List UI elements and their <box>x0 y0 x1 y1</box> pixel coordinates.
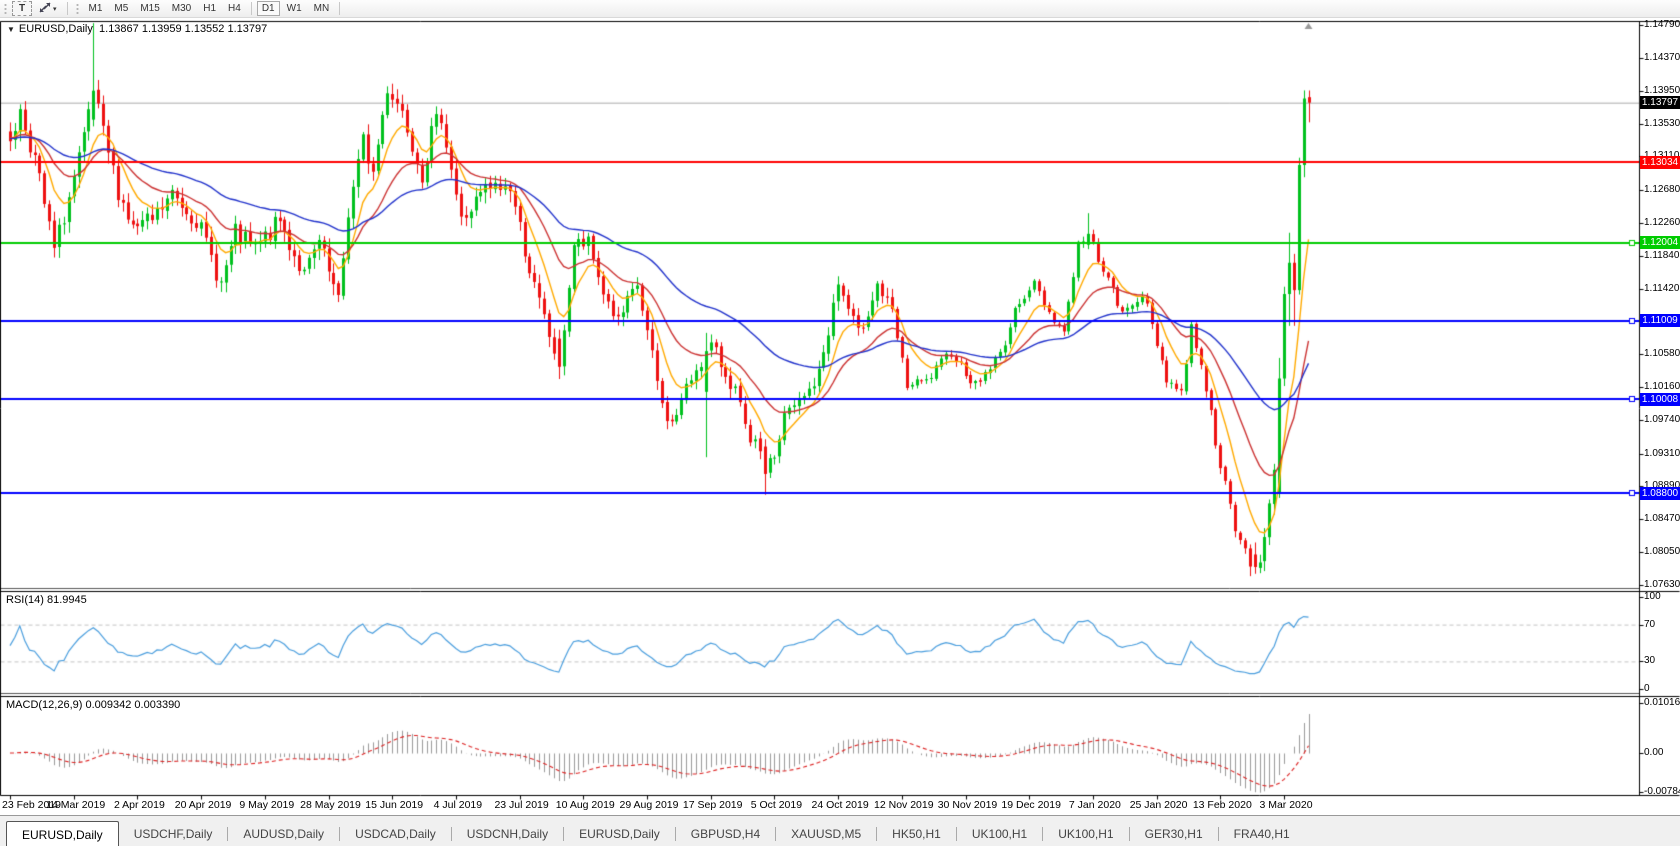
price-tick-label: 1.14370 <box>1644 52 1680 63</box>
macd-indicator-label: MACD(12,26,9) 0.009342 0.003390 <box>6 699 180 711</box>
timeframe-button-m15[interactable]: M15 <box>135 1 164 16</box>
chart-dropdown-icon[interactable]: ▼ <box>7 25 15 34</box>
price-tick-label: 1.08050 <box>1644 546 1680 557</box>
timeframe-button-m1[interactable]: M1 <box>84 1 108 16</box>
chart-tab-eurusd-daily[interactable]: EURUSD,Daily <box>564 823 675 845</box>
price-tick-label: 1.13950 <box>1644 85 1680 96</box>
chart-tab-uk100-h1[interactable]: UK100,H1 <box>1043 823 1128 845</box>
toolbar-grip[interactable] <box>3 3 8 15</box>
chart-tab-eurusd-daily[interactable]: EURUSD,Daily <box>6 821 119 846</box>
rsi-indicator-label: RSI(14) 81.9945 <box>6 594 87 606</box>
date-label: 10 Aug 2019 <box>549 799 621 811</box>
top-toolbar: T ▾ M1M5M15M30H1H4 D1W1MN <box>0 0 1680 18</box>
chart-tab-audusd-daily[interactable]: AUDUSD,Daily <box>228 823 339 845</box>
timeframe-button-d1[interactable]: D1 <box>257 1 280 16</box>
rsi-current-value: 81.9945 <box>47 594 87 606</box>
chart-tab-hk50-h1[interactable]: HK50,H1 <box>877 823 956 845</box>
date-label: 7 Jan 2020 <box>1059 799 1131 811</box>
chart-tab-bar: EURUSD,DailyUSDCHF,DailyAUDUSD,DailyUSDC… <box>0 815 1680 846</box>
price-chart-canvas[interactable] <box>0 0 1680 846</box>
date-label: 24 Oct 2019 <box>804 799 876 811</box>
price-tick-label: 1.10580 <box>1644 348 1680 359</box>
date-label: 17 Sep 2019 <box>677 799 749 811</box>
cursor-tool-button[interactable]: ▾ <box>34 1 62 16</box>
macd-name: MACD(12,26,9) <box>6 699 82 711</box>
date-label: 5 Oct 2019 <box>740 799 812 811</box>
toolbar-grip[interactable] <box>75 3 80 15</box>
date-label: 15 Jun 2019 <box>358 799 430 811</box>
toolbar-separator <box>251 2 252 15</box>
date-label: 2 Apr 2019 <box>103 799 175 811</box>
rsi-tick-label: 30 <box>1644 655 1655 666</box>
chart-tab-uk100-h1[interactable]: UK100,H1 <box>957 823 1042 845</box>
rsi-tick-label: 0 <box>1644 683 1650 694</box>
price-tick-label: 1.10160 <box>1644 381 1680 392</box>
price-line-badge[interactable]: 1.13034 <box>1640 156 1680 169</box>
timeframe-button-h4[interactable]: H4 <box>223 1 246 16</box>
chart-title: ▼ EURUSD,Daily 1.13867 1.13959 1.13552 1.… <box>7 23 267 35</box>
current-price-badge: 1.13797 <box>1640 96 1680 109</box>
date-label: 9 May 2019 <box>231 799 303 811</box>
price-line-badge[interactable]: 1.12004 <box>1640 236 1680 249</box>
price-tick-label: 1.13530 <box>1644 118 1680 129</box>
date-label: 20 Apr 2019 <box>167 799 239 811</box>
timeframe-button-m30[interactable]: M30 <box>167 1 196 16</box>
date-label: 19 Dec 2019 <box>995 799 1067 811</box>
price-line-badge[interactable]: 1.08800 <box>1640 487 1680 500</box>
timeframe-button-h1[interactable]: H1 <box>198 1 221 16</box>
rsi-tick-label: 100 <box>1644 591 1661 602</box>
price-tick-label: 1.07630 <box>1644 579 1680 590</box>
date-label: 28 May 2019 <box>295 799 367 811</box>
price-tick-label: 1.12680 <box>1644 184 1680 195</box>
chart-tab-xauusd-m5[interactable]: XAUUSD,M5 <box>776 823 876 845</box>
price-tick-label: 1.09310 <box>1644 448 1680 459</box>
timeframe-button-w1[interactable]: W1 <box>282 1 307 16</box>
macd-tick-label: 0.01016 <box>1644 697 1680 708</box>
trading-terminal-window: T ▾ M1M5M15M30H1H4 D1W1MN ▼ EURUSD,Daily 1… <box>0 0 1680 846</box>
toolbar-separator <box>339 2 340 15</box>
macd-current-values: 0.009342 0.003390 <box>85 699 180 711</box>
date-label: 25 Jan 2020 <box>1123 799 1195 811</box>
chart-symbol-label: EURUSD,Daily <box>19 23 93 35</box>
date-label: 4 Jul 2019 <box>422 799 494 811</box>
date-label: 14 Mar 2019 <box>40 799 112 811</box>
chart-tab-usdchf-daily[interactable]: USDCHF,Daily <box>119 823 228 845</box>
toolbar-separator <box>67 2 68 15</box>
price-line-badge[interactable]: 1.11009 <box>1640 314 1680 327</box>
chart-ohlc-values: 1.13867 1.13959 1.13552 1.13797 <box>99 23 267 35</box>
diagonal-arrows-icon <box>39 2 51 16</box>
chart-tab-usdcad-daily[interactable]: USDCAD,Daily <box>340 823 451 845</box>
date-label: 29 Aug 2019 <box>613 799 685 811</box>
price-tick-label: 1.11840 <box>1644 250 1679 261</box>
chart-tab-fra40-h1[interactable]: FRA40,H1 <box>1219 823 1305 845</box>
price-tick-label: 1.12260 <box>1644 217 1680 228</box>
macd-tick-label: -0.00784 <box>1644 786 1680 797</box>
date-label: 12 Nov 2019 <box>868 799 940 811</box>
rsi-name: RSI(14) <box>6 594 44 606</box>
macd-tick-label: 0.00 <box>1644 747 1663 758</box>
timeframe-button-mn[interactable]: MN <box>309 1 335 16</box>
timeframe-button-m5[interactable]: M5 <box>109 1 133 16</box>
price-tick-label: 1.14790 <box>1644 19 1680 30</box>
timeframe-button-group: M1M5M15M30H1H4 D1W1MN <box>83 1 345 16</box>
chart-tab-gbpusd-h4[interactable]: GBPUSD,H4 <box>676 823 775 845</box>
chevron-down-icon: ▾ <box>53 5 57 13</box>
rsi-tick-label: 70 <box>1644 619 1655 630</box>
price-line-badge[interactable]: 1.10008 <box>1640 393 1680 406</box>
date-label: 13 Feb 2020 <box>1186 799 1258 811</box>
chart-tab-usdcnh-daily[interactable]: USDCNH,Daily <box>452 823 563 845</box>
date-label: 23 Jul 2019 <box>486 799 558 811</box>
price-tick-label: 1.09740 <box>1644 414 1680 425</box>
date-label: 30 Nov 2019 <box>932 799 1004 811</box>
text-tool-button[interactable]: T <box>12 1 32 16</box>
date-label: 3 Mar 2020 <box>1250 799 1322 811</box>
chart-tab-ger30-h1[interactable]: GER30,H1 <box>1130 823 1218 845</box>
price-tick-label: 1.08470 <box>1644 513 1680 524</box>
price-tick-label: 1.11420 <box>1644 283 1679 294</box>
